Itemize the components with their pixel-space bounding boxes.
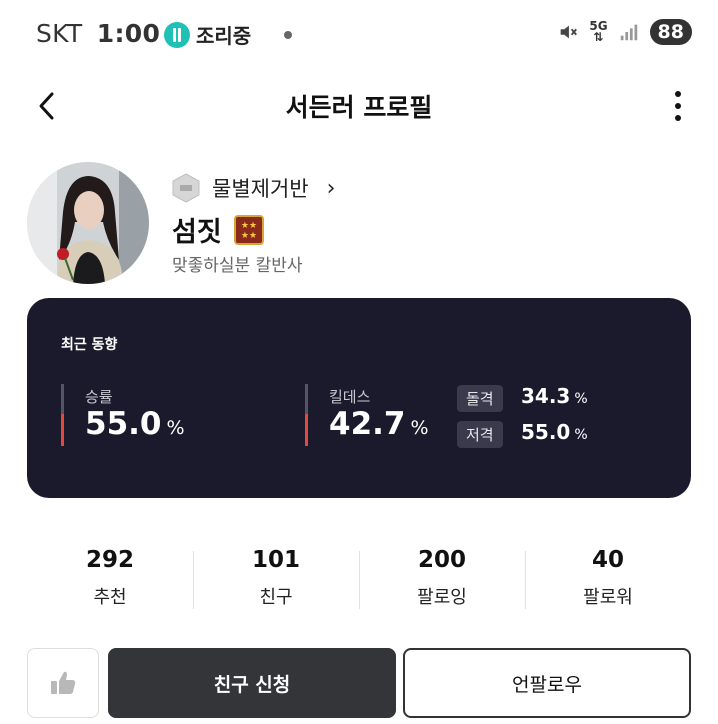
mute-icon <box>561 25 578 39</box>
sniper-value: 55.0% <box>521 420 588 444</box>
nickname: 섬짓 <box>172 217 222 248</box>
carrier-label: SKT <box>36 19 83 48</box>
app-header: 서든러 프로필 <box>0 74 718 140</box>
svg-text:★★: ★★ <box>241 221 257 231</box>
kill-death-number: 42.7 <box>329 406 406 442</box>
clan-name: 물별제거반 <box>212 177 309 201</box>
kill-death-label: 킬데스 <box>329 388 371 406</box>
clan-emblem-icon <box>172 173 200 203</box>
trend-title: 최근 동향 <box>61 337 118 353</box>
kill-death-value: 42.7% <box>329 406 429 442</box>
recommend-count[interactable]: 292 추천 <box>27 547 193 617</box>
unfollow-button[interactable]: 언팔로우 <box>403 648 691 718</box>
chevron-right-icon: › <box>326 175 336 201</box>
app-indicator-icon <box>164 21 190 48</box>
count-label: 친구 <box>259 587 293 608</box>
count-value: 40 <box>591 547 624 573</box>
clock: 1:00 <box>96 19 161 48</box>
sniper-tag: 저격 <box>457 421 503 448</box>
count-label: 추천 <box>93 587 127 608</box>
clan-link[interactable]: 물별제거반 › <box>172 173 335 203</box>
assault-unit: % <box>574 391 588 407</box>
page-title: 서든러 프로필 <box>285 93 433 122</box>
count-value: 292 <box>85 547 134 573</box>
status-app-indicator: 조리중 <box>164 20 251 49</box>
win-rate-number: 55.0 <box>85 406 162 442</box>
thumbs-up-icon <box>51 671 76 694</box>
more-vertical-icon[interactable] <box>666 86 690 126</box>
recent-trend-card: 최근 동향 승률 55.0% 킬데스 42.7% 돌격 34.3% 저격 55.… <box>27 298 691 498</box>
follower-count[interactable]: 40 팔로워 <box>525 547 691 617</box>
signal-icon <box>620 24 637 41</box>
sniper-unit: % <box>574 427 588 443</box>
profile-counts: 292 추천 101 친구 200 팔로잉 40 팔로워 <box>27 547 691 617</box>
status-icons: 5G ⇅ 88 <box>557 19 692 45</box>
assault-number: 34.3 <box>521 384 571 408</box>
friend-count[interactable]: 101 친구 <box>193 547 359 617</box>
win-rate-bar <box>61 384 64 446</box>
kill-death-bar <box>305 384 308 446</box>
win-rate-unit: % <box>166 417 185 439</box>
count-label: 팔로잉 <box>417 587 467 608</box>
friend-request-button[interactable]: 친구 신청 <box>108 648 396 718</box>
rank-badge-icon: ★★ ★★ <box>233 214 264 245</box>
nickname-row: 섬짓 ★★ ★★ <box>172 210 264 249</box>
status-bar: SKT 1:00 조리중 5G ⇅ 88 <box>0 0 718 70</box>
sniper-number: 55.0 <box>521 420 571 444</box>
status-carrier-time: SKT 1:00 <box>36 19 160 48</box>
following-count[interactable]: 200 팔로잉 <box>359 547 525 617</box>
like-button[interactable] <box>27 648 99 718</box>
assault-tag: 돌격 <box>457 385 503 412</box>
svg-text:★★: ★★ <box>241 231 257 241</box>
notification-dot-icon <box>284 31 292 39</box>
kill-death-unit: % <box>410 417 429 439</box>
count-value: 200 <box>417 547 466 573</box>
app-indicator-label: 조리중 <box>196 24 252 48</box>
user-description: 맞좋하실분 칼반사 <box>172 256 303 276</box>
win-rate-value: 55.0% <box>85 406 185 442</box>
network-5g-icon: 5G ⇅ <box>589 19 608 44</box>
avatar <box>27 162 149 284</box>
assault-value: 34.3% <box>521 384 588 408</box>
network-label: 5G <box>589 19 608 33</box>
count-value: 101 <box>251 547 300 573</box>
count-label: 팔로워 <box>583 587 633 608</box>
win-rate-label: 승률 <box>85 388 113 406</box>
battery-icon: 88 <box>649 19 692 45</box>
